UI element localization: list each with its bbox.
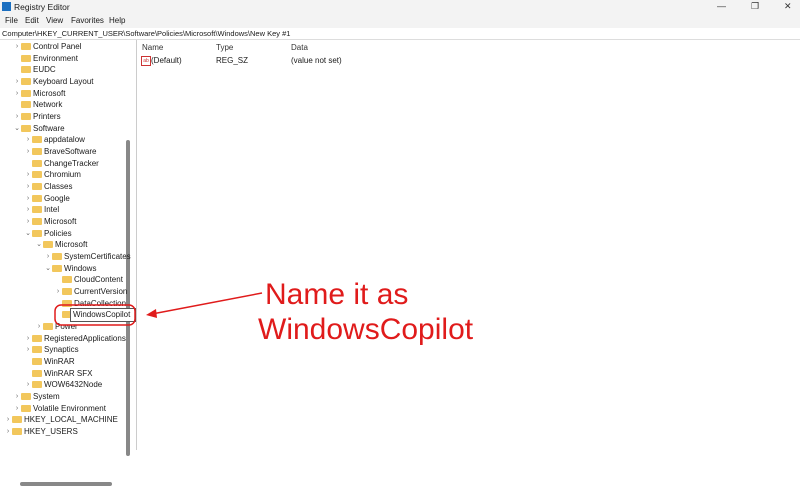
horizontal-scrollbar[interactable] xyxy=(20,482,112,486)
annotation-line-2: WindowsCopilot xyxy=(258,313,474,346)
arrow-head xyxy=(146,309,157,318)
annotation-overlay xyxy=(54,292,263,326)
annotation-line-1: Name it as xyxy=(265,278,409,311)
highlight-box xyxy=(54,304,136,326)
annotation-arrow xyxy=(151,292,263,315)
